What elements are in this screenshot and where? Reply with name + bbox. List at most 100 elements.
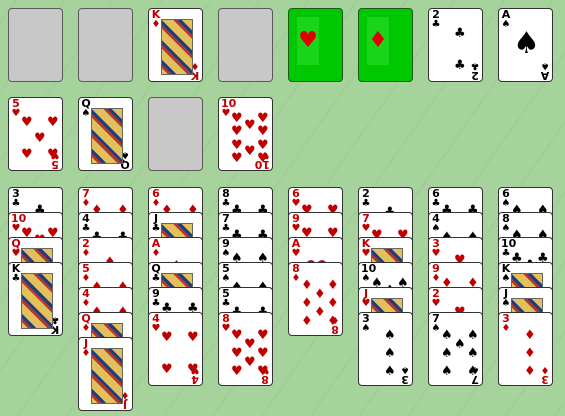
- tableau-card[interactable]: 3 ♠ 3 ♠ ♠ ♠ ♠: [358, 312, 413, 386]
- suit-icon: ♠: [501, 298, 511, 309]
- tableau-card[interactable]: 8 ♦ 8 ♦ ♦ ♦ ♦ ♦ ♦ ♦ ♦ ♦: [288, 262, 343, 336]
- suit-pip-icon: ♠: [454, 337, 466, 352]
- card-rank-top: K ♠: [501, 263, 511, 284]
- suit-pip-icon: ♥: [244, 337, 256, 352]
- suit-icon: ♣: [431, 198, 441, 209]
- free-cell-2[interactable]: [78, 8, 133, 82]
- suit-pip-icon: ♥: [47, 115, 59, 130]
- court-card-art: [91, 108, 123, 164]
- suit-pip-icon: ♦: [327, 296, 339, 311]
- card-rank-bottom: 2♣: [470, 60, 480, 82]
- card-rank-top: Q ♣: [151, 263, 161, 284]
- card-rank-top: K ♥: [361, 238, 371, 259]
- suit-icon: ♦: [151, 248, 161, 259]
- reserve-slot-3[interactable]: [148, 97, 203, 171]
- card-rank-bottom: 3 ♠: [400, 364, 410, 386]
- card-rank-top: 6 ♠: [501, 188, 511, 209]
- suit-pip-icon: ♠: [384, 328, 396, 343]
- suit-pip-icon: ♦: [524, 346, 536, 361]
- suit-pip-icon: ♥: [257, 151, 269, 166]
- suit-pip-icon: ♠: [384, 346, 396, 361]
- suit-icon: ♦: [151, 19, 161, 30]
- free-cell-1[interactable]: [8, 8, 63, 82]
- suit-icon: ♠: [501, 19, 511, 30]
- suit-icon: ♣: [361, 198, 371, 209]
- card-rank-top: 7 ♥: [361, 213, 371, 234]
- free-cell-4[interactable]: [218, 8, 273, 82]
- suit-pip-icon: ♥: [244, 118, 256, 133]
- card-rank-top: 6 ♦: [151, 188, 161, 209]
- suit-pip-icon: ♦: [314, 287, 326, 302]
- card-rank-top: 8 ♠: [501, 213, 511, 234]
- suit-icon: ♠: [501, 273, 511, 284]
- suit-pip-icon: ♥: [231, 124, 243, 139]
- card-rank-bottom: A ♠: [540, 60, 550, 82]
- suit-icon: ♥: [361, 223, 371, 234]
- suit-icon: ♥: [291, 223, 301, 234]
- card-rank-top: 2 ♣: [361, 188, 371, 209]
- card-rank-top: 7 ♣: [221, 213, 231, 234]
- suit-pip-icon: ♥: [161, 330, 173, 345]
- card-rank-top: A ♠: [501, 9, 511, 30]
- court-card-art: [21, 273, 53, 329]
- suit-icon: ♥: [291, 248, 301, 259]
- card-rank-top: 4 ♦: [81, 288, 91, 309]
- ace-suit-icon: ♠: [513, 26, 540, 61]
- card-rank-top: J ♥: [361, 288, 371, 309]
- card-rank-top: 8 ♣: [221, 188, 231, 209]
- suit-icon: ♥: [151, 323, 161, 334]
- suit-pip-icon: ♠: [441, 364, 453, 379]
- suit-pip-icon: ♥: [231, 328, 243, 343]
- tableau-card[interactable]: 4 ♥ 4 ♥ ♥ ♥ ♥ ♥: [148, 312, 203, 386]
- suit-pip-icon: ♥: [47, 147, 59, 162]
- suit-icon: ♥: [221, 108, 231, 119]
- suit-pip-icon: ♥: [187, 330, 199, 345]
- suit-pip-icon: ♠: [384, 364, 396, 379]
- reserve-slot-1[interactable]: 5 ♥ 5 ♥ ♥ ♥ ♥ ♥ ♥: [8, 97, 63, 171]
- card-rank-top: 2 ♣: [431, 9, 441, 30]
- foundation-4[interactable]: A ♠ A ♠ ♠: [498, 8, 553, 82]
- card-rank-top: 10 ♥: [221, 98, 236, 119]
- card-rank-top: J ♦: [81, 338, 91, 359]
- suit-icon: ♣: [151, 298, 161, 309]
- suit-pip-icon: ♠: [467, 346, 479, 361]
- card-rank-top: 4 ♣: [81, 213, 91, 234]
- suit-icon: ♠: [501, 198, 511, 209]
- suit-pip-icon: ♥: [21, 115, 33, 130]
- tableau-card[interactable]: J ♦ J ♦: [78, 337, 133, 411]
- tableau-card[interactable]: 3 ♦ 3 ♦ ♦ ♦ ♦: [498, 312, 553, 386]
- reserve-slot-2[interactable]: Q ♠ Q ♠: [78, 97, 133, 171]
- suit-pip-icon: ♠: [467, 328, 479, 343]
- free-cell-3[interactable]: K ♦ K ♦: [148, 8, 203, 82]
- suit-icon: ♥: [431, 298, 441, 309]
- court-card-art: [91, 348, 123, 404]
- suit-icon: ♥: [11, 108, 21, 119]
- reserve-slot-4[interactable]: 10 ♥ 10 ♥ ♥ ♥ ♥ ♥ ♥ ♥ ♥ ♥ ♥ ♥: [218, 97, 273, 171]
- suit-icon: ♠: [221, 273, 231, 284]
- suit-icon: ♠: [81, 108, 91, 119]
- suit-icon: ♣: [151, 273, 161, 284]
- card-rank-top: A ♥: [291, 238, 301, 259]
- card-rank-top: K ♦: [151, 9, 161, 30]
- card-rank-top: 3 ♥: [431, 238, 441, 259]
- suit-icon: ♦: [151, 198, 161, 209]
- foundation-2[interactable]: ♦: [358, 8, 413, 82]
- tableau-card[interactable]: K ♣ K ♣: [8, 262, 63, 336]
- suit-pip-icon: ♦: [301, 296, 313, 311]
- suit-pip-icon: ♥: [231, 151, 243, 166]
- tableau-card[interactable]: 8 ♥ 8 ♥ ♥ ♥ ♥ ♥ ♥ ♥ ♥ ♥: [218, 312, 273, 386]
- suit-pip-icon: ♠: [441, 346, 453, 361]
- tableau-card[interactable]: 7 ♠ 7 ♠ ♠ ♠ ♠ ♠ ♠ ♠ ♠: [428, 312, 483, 386]
- suit-icon: ♥: [11, 248, 21, 259]
- suit-icon: ♣: [221, 223, 231, 234]
- card-rank-top: 3 ♦: [501, 313, 511, 334]
- card-rank-top: 7 ♠: [431, 313, 441, 334]
- foundation-3[interactable]: 2 ♣ 2 ♣ ♣ ♣: [428, 8, 483, 82]
- suit-pip-icon: ♥: [21, 147, 33, 162]
- card-rank-top: 3 ♠: [361, 313, 371, 334]
- card-rank-top: 9 ♣: [151, 288, 161, 309]
- foundation-1[interactable]: ♥: [288, 8, 343, 82]
- suit-icon: ♣: [11, 273, 21, 284]
- suit-icon: ♥: [221, 323, 231, 334]
- suit-icon: ♠: [361, 273, 371, 284]
